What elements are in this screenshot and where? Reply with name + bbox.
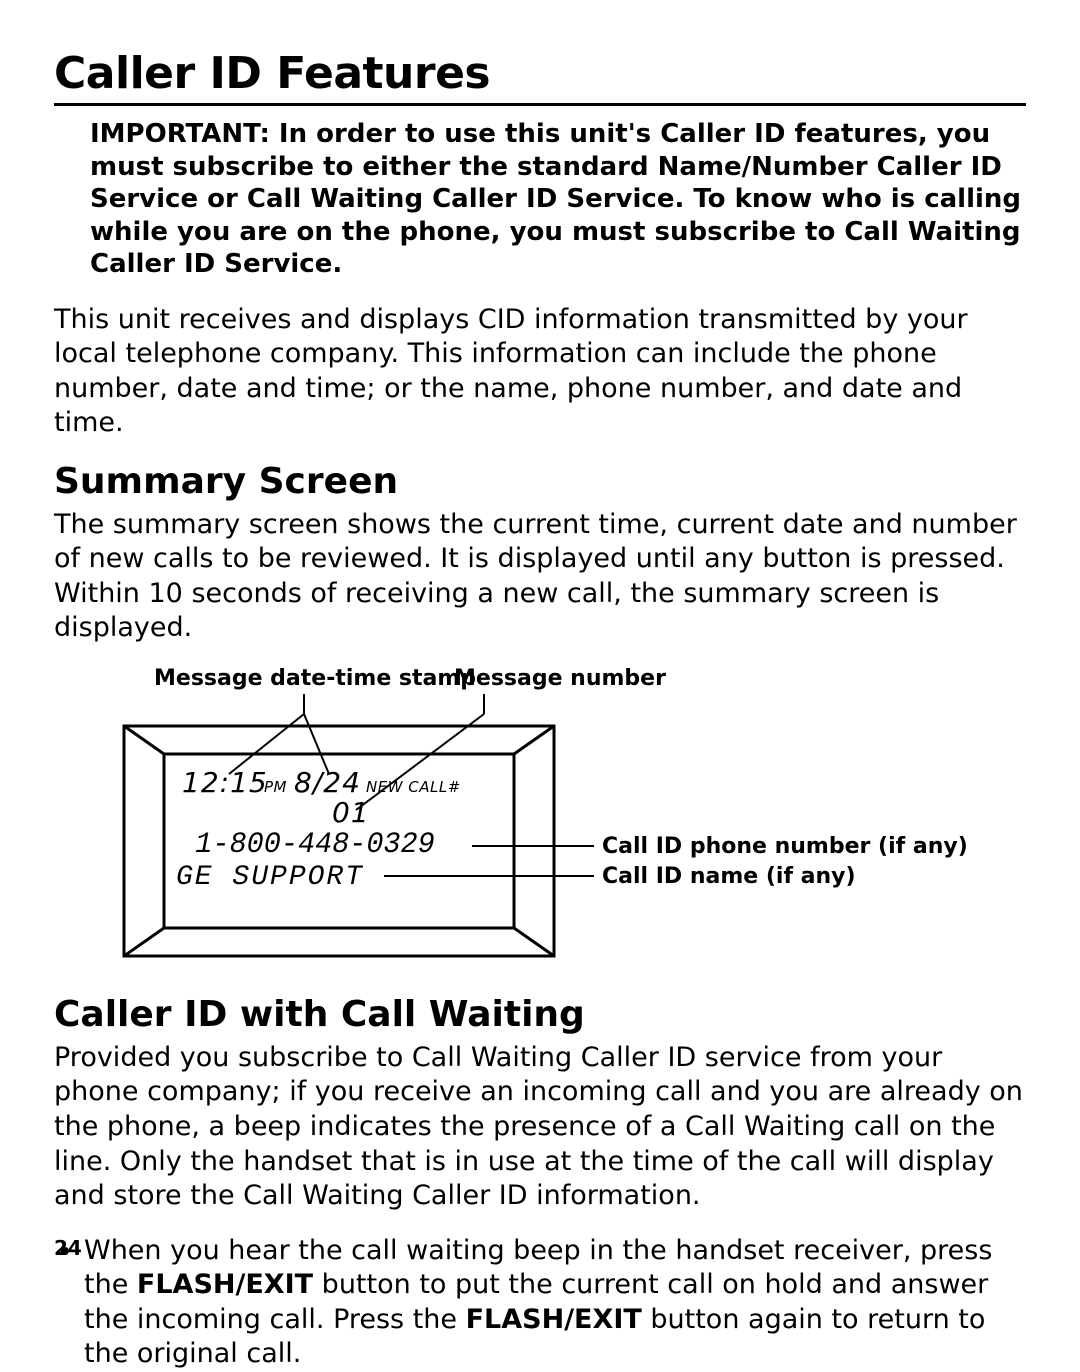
summary-heading: Summary Screen xyxy=(54,461,1026,502)
lcd-date: 8/24 xyxy=(294,766,361,799)
title-rule xyxy=(54,103,1026,106)
lcd-ampm: PM xyxy=(264,778,287,796)
important-notice: IMPORTANT: In order to use this unit's C… xyxy=(90,118,1022,281)
lcd-newcall-label: NEW CALL# xyxy=(366,778,461,796)
lcd-name: GE SUPPORT xyxy=(176,862,364,893)
figure-svg xyxy=(54,666,1034,976)
page-title: Caller ID Features xyxy=(54,48,1026,99)
callwaiting-heading: Caller ID with Call Waiting xyxy=(54,994,1026,1035)
summary-screen-figure: Message date-time stamp Message number C… xyxy=(54,666,1026,976)
intro-paragraph: This unit receives and displays CID info… xyxy=(54,303,1026,441)
lcd-time: 12:15 xyxy=(182,766,268,799)
lcd-phone: 1-800-448-0329 xyxy=(195,828,434,862)
page-number: 24 xyxy=(54,1236,82,1260)
callwaiting-body: Provided you subscribe to Call Waiting C… xyxy=(54,1041,1026,1214)
callwaiting-bullet-1: When you hear the call waiting beep in t… xyxy=(84,1234,1026,1372)
document-page: Caller ID Features IMPORTANT: In order t… xyxy=(0,0,1080,1296)
summary-body: The summary screen shows the current tim… xyxy=(54,508,1026,646)
flash-exit-key-2: FLASH/EXIT xyxy=(466,1304,642,1335)
callwaiting-bullets: When you hear the call waiting beep in t… xyxy=(58,1234,1026,1372)
lcd-count: 01 xyxy=(332,796,370,829)
